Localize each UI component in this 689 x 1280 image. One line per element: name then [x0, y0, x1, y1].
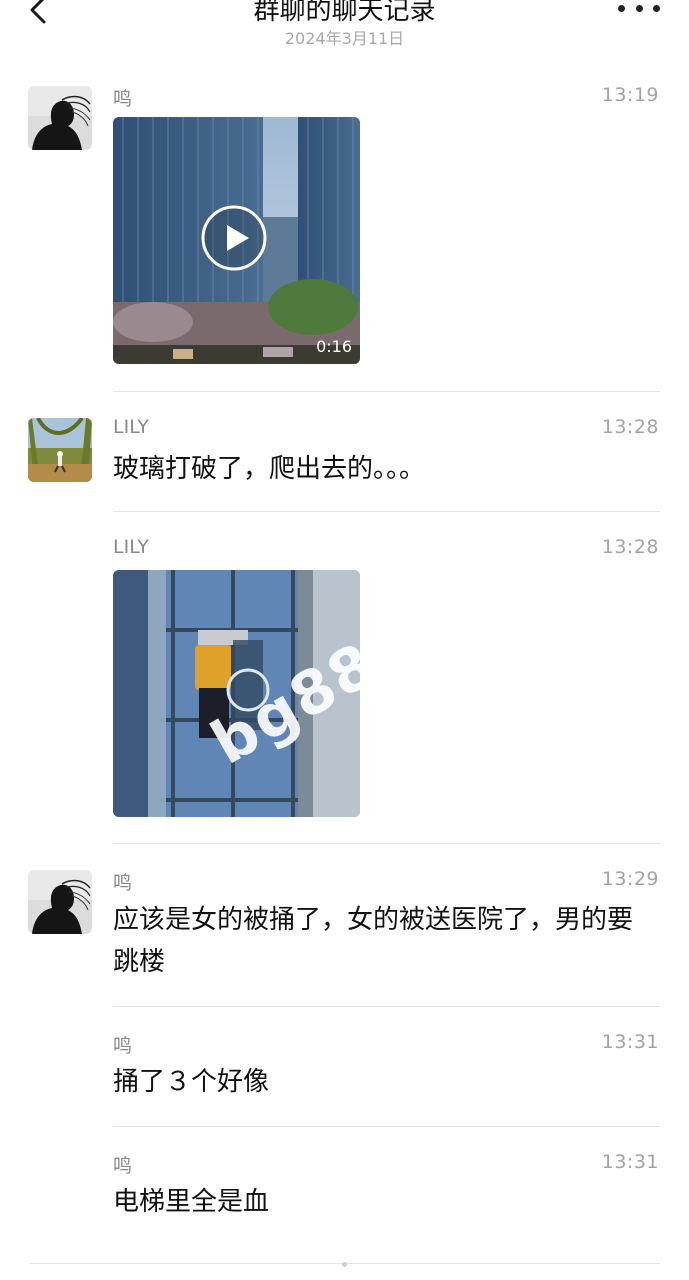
message-time: 13:31: [601, 1151, 659, 1173]
avatar[interactable]: [28, 870, 92, 934]
message-text: 应该是女的被捅了，女的被送医院了，男的要跳楼: [113, 905, 634, 977]
sender-name: LILY: [113, 416, 149, 438]
message-divider: [113, 511, 660, 512]
sender-name: LILY: [113, 536, 149, 558]
play-icon[interactable]: [201, 205, 267, 271]
video-thumbnail[interactable]: 0:16: [113, 117, 360, 364]
message-divider: [113, 1006, 660, 1007]
more-dots-icon: [618, 4, 625, 12]
page-title: 群聊的聊天记录: [253, 0, 436, 26]
sender-name: 鸣: [113, 872, 133, 894]
message-text: 玻璃打破了，爬出去的。。。: [113, 454, 426, 484]
message-divider: [113, 1126, 660, 1127]
message-text: 电梯里全是血: [113, 1187, 270, 1217]
message-time: 13:31: [601, 1031, 659, 1053]
message-divider: [113, 391, 660, 392]
chat-date: 2024年3月11日: [284, 29, 405, 48]
scroll-indicator: [342, 1262, 347, 1267]
avatar[interactable]: [28, 418, 92, 482]
message-time: 13:29: [601, 868, 659, 890]
sender-name: 鸣: [113, 1035, 133, 1057]
avatar[interactable]: [28, 86, 92, 150]
top-bar: 群聊的聊天记录 2024年3月11日: [0, 0, 689, 60]
sender-name: 鸣: [113, 88, 133, 110]
message-time: 13:28: [601, 536, 659, 558]
more-button[interactable]: [618, 0, 660, 20]
message-text: 捅了３个好像: [113, 1067, 270, 1097]
sender-name: 鸣: [113, 1155, 133, 1177]
message-time: 13:19: [601, 84, 659, 106]
message-divider: [113, 843, 660, 844]
video-duration: 0:16: [316, 337, 352, 356]
message-time: 13:28: [601, 416, 659, 438]
